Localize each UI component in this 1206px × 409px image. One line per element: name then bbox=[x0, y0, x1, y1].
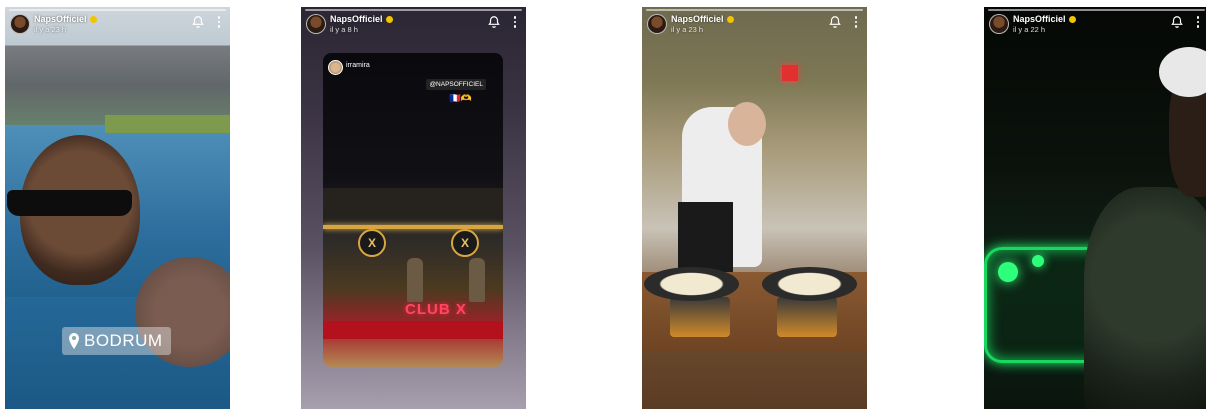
story-card-2[interactable]: NapsOfficiel il y a 8 h X X CLUB X irram… bbox=[301, 7, 526, 409]
reshared-story-card[interactable]: X X CLUB X irramira @NAPSOFFICIEL 🇫🇷🫶 bbox=[323, 53, 503, 367]
location-sticker[interactable]: BODRUM bbox=[62, 327, 171, 355]
statue-figure bbox=[469, 258, 485, 302]
chef-trousers bbox=[678, 202, 733, 272]
cooking-pan bbox=[762, 267, 857, 301]
avatar[interactable] bbox=[306, 14, 326, 34]
username[interactable]: NapsOfficiel bbox=[1013, 14, 1076, 24]
chef-head bbox=[728, 102, 766, 146]
neon-strip bbox=[323, 225, 503, 229]
more-vertical-icon[interactable] bbox=[513, 16, 517, 29]
story-header: NapsOfficiel il y a 23 h bbox=[647, 13, 862, 35]
burner bbox=[777, 297, 837, 337]
username[interactable]: NapsOfficiel bbox=[330, 14, 393, 24]
bell-icon[interactable] bbox=[828, 15, 842, 29]
verified-badge-icon bbox=[1068, 16, 1076, 24]
story-time: il y a 8 h bbox=[330, 25, 358, 34]
avatar[interactable] bbox=[647, 14, 667, 34]
more-vertical-icon[interactable] bbox=[217, 16, 221, 29]
avatar[interactable] bbox=[10, 14, 30, 34]
bell-icon[interactable] bbox=[487, 15, 501, 29]
more-vertical-icon[interactable] bbox=[1196, 16, 1200, 29]
story-header: NapsOfficiel il y a 22 h bbox=[989, 13, 1204, 35]
sunglasses bbox=[7, 190, 132, 216]
story-header: NapsOfficiel il y a 23 h bbox=[10, 13, 225, 35]
verified-badge-icon bbox=[89, 16, 97, 24]
username[interactable]: NapsOfficiel bbox=[34, 14, 97, 24]
username[interactable]: NapsOfficiel bbox=[671, 14, 734, 24]
story-header: NapsOfficiel il y a 8 h bbox=[306, 13, 521, 35]
red-band bbox=[323, 321, 503, 339]
verified-badge-icon bbox=[726, 16, 734, 24]
tub-light bbox=[998, 262, 1018, 282]
bell-icon[interactable] bbox=[1170, 15, 1184, 29]
avatar[interactable] bbox=[989, 14, 1009, 34]
location-label: BODRUM bbox=[84, 331, 163, 350]
story-progress-bar bbox=[646, 9, 863, 11]
club-logo: X bbox=[358, 229, 386, 257]
story-progress-bar bbox=[988, 9, 1205, 11]
person-shirt bbox=[1084, 187, 1206, 409]
story-progress-bar bbox=[305, 9, 522, 11]
red-lamp bbox=[782, 65, 798, 81]
burner bbox=[670, 297, 730, 337]
more-vertical-icon[interactable] bbox=[854, 16, 858, 29]
tub-light bbox=[1032, 255, 1044, 267]
mention-tag[interactable]: @NAPSOFFICIEL bbox=[426, 79, 486, 90]
cooking-pan bbox=[644, 267, 739, 301]
emoji-sticker: 🇫🇷🫶 bbox=[449, 93, 472, 103]
story-card-3[interactable]: NapsOfficiel il y a 23 h bbox=[642, 7, 867, 409]
background-lawn bbox=[105, 115, 230, 133]
person-cap bbox=[1159, 47, 1206, 97]
story-card-1[interactable]: NapsOfficiel il y a 23 h BODRUM bbox=[5, 7, 230, 409]
story-progress-bar bbox=[9, 9, 226, 11]
story-time: il y a 23 h bbox=[671, 25, 704, 34]
reshare-avatar[interactable] bbox=[328, 60, 343, 75]
verified-badge-icon bbox=[385, 16, 393, 24]
statue-figure bbox=[407, 258, 423, 302]
location-pin-icon bbox=[69, 333, 79, 349]
story-time: il y a 23 h bbox=[34, 25, 67, 34]
story-time: il y a 22 h bbox=[1013, 25, 1046, 34]
club-logo: X bbox=[451, 229, 479, 257]
club-sign: CLUB X bbox=[405, 301, 467, 318]
story-card-4[interactable]: NapsOfficiel il y a 22 h bbox=[984, 7, 1206, 409]
ceiling-beam bbox=[323, 188, 503, 224]
bell-icon[interactable] bbox=[191, 15, 205, 29]
background-building bbox=[5, 25, 230, 125]
reshare-username[interactable]: irramira bbox=[346, 62, 370, 69]
